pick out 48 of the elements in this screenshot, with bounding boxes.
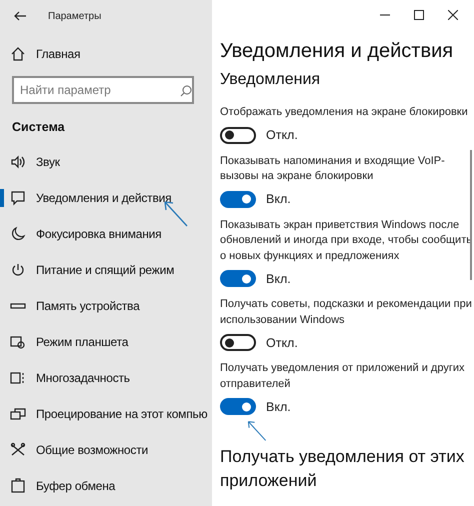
- sidebar-item[interactable]: Звук: [36, 155, 60, 169]
- search-field[interactable]: Найти параметр: [12, 76, 194, 104]
- home-icon: [10, 46, 26, 62]
- setting-label: Показывать напоминания и входящие VoIP-вызовы на экране блокировки: [220, 154, 446, 184]
- toggle-switch[interactable]: [220, 126, 256, 144]
- sidebar-item[interactable]: Многозадачность: [36, 371, 130, 385]
- toggle-state: Вкл.: [266, 272, 291, 286]
- toggle-switch[interactable]: [220, 398, 256, 415]
- close-icon[interactable]: [448, 10, 458, 20]
- toggle-switch[interactable]: [220, 190, 256, 208]
- tablet-icon: [10, 334, 26, 350]
- section-heading: Система: [11, 119, 66, 136]
- message-icon: [10, 190, 26, 206]
- setting-label: Получать уведомления от приложений и других отправителей: [220, 361, 466, 392]
- scrollbar[interactable]: [470, 150, 472, 280]
- speaker-icon: [10, 154, 26, 170]
- toggle-state: Вкл.: [266, 400, 291, 414]
- toggle-state: Откл.: [266, 128, 298, 142]
- setting-label: Отображать уведомления на экране блокировки: [220, 105, 469, 120]
- sidebar-item[interactable]: Буфер обмена: [36, 479, 116, 493]
- projector-icon: [10, 406, 26, 422]
- toggle-state: Вкл.: [266, 192, 291, 206]
- back-icon[interactable]: [14, 11, 26, 21]
- setting-label: Показывать экран приветствия Windows после обновлений и иногда при входе, чтобы сообщить о новых функциях и предложениях: [220, 218, 473, 264]
- sidebar-item[interactable]: Режим планшета: [36, 335, 128, 349]
- section-heading: Уведомления: [220, 71, 322, 89]
- sidebar-item[interactable]: Проецирование на этот компью: [36, 407, 208, 421]
- multitask-icon: [10, 370, 26, 386]
- power-icon: [10, 262, 26, 278]
- sidebar-item[interactable]: Память устройства: [36, 299, 140, 313]
- page-title: Уведомления и действия: [220, 40, 454, 63]
- toggle-switch[interactable]: [220, 334, 256, 351]
- maximize-icon[interactable]: [414, 10, 424, 20]
- setting-label: Получать советы, подсказки и рекомендации при использовании Windows: [220, 297, 473, 328]
- search-icon: [180, 85, 192, 97]
- home-link[interactable]: Главная: [36, 47, 80, 61]
- accessibility-icon: [10, 442, 26, 458]
- sidebar-item[interactable]: Фокусировка внимания: [36, 227, 162, 241]
- sidebar-item[interactable]: Уведомления и действия: [36, 191, 172, 205]
- moon-icon: [10, 226, 26, 242]
- toggle-state: Откл.: [266, 336, 298, 350]
- toggle-switch[interactable]: [220, 270, 256, 287]
- clipboard-icon: [10, 478, 26, 494]
- window-title: Параметры: [48, 10, 102, 22]
- annotation-arrow: [246, 420, 268, 442]
- subheading: Получать уведомления от этих приложений: [220, 446, 466, 492]
- sidebar-item[interactable]: Питание и спящий режим: [36, 263, 174, 277]
- sidebar-item[interactable]: Общие возможности: [36, 443, 148, 457]
